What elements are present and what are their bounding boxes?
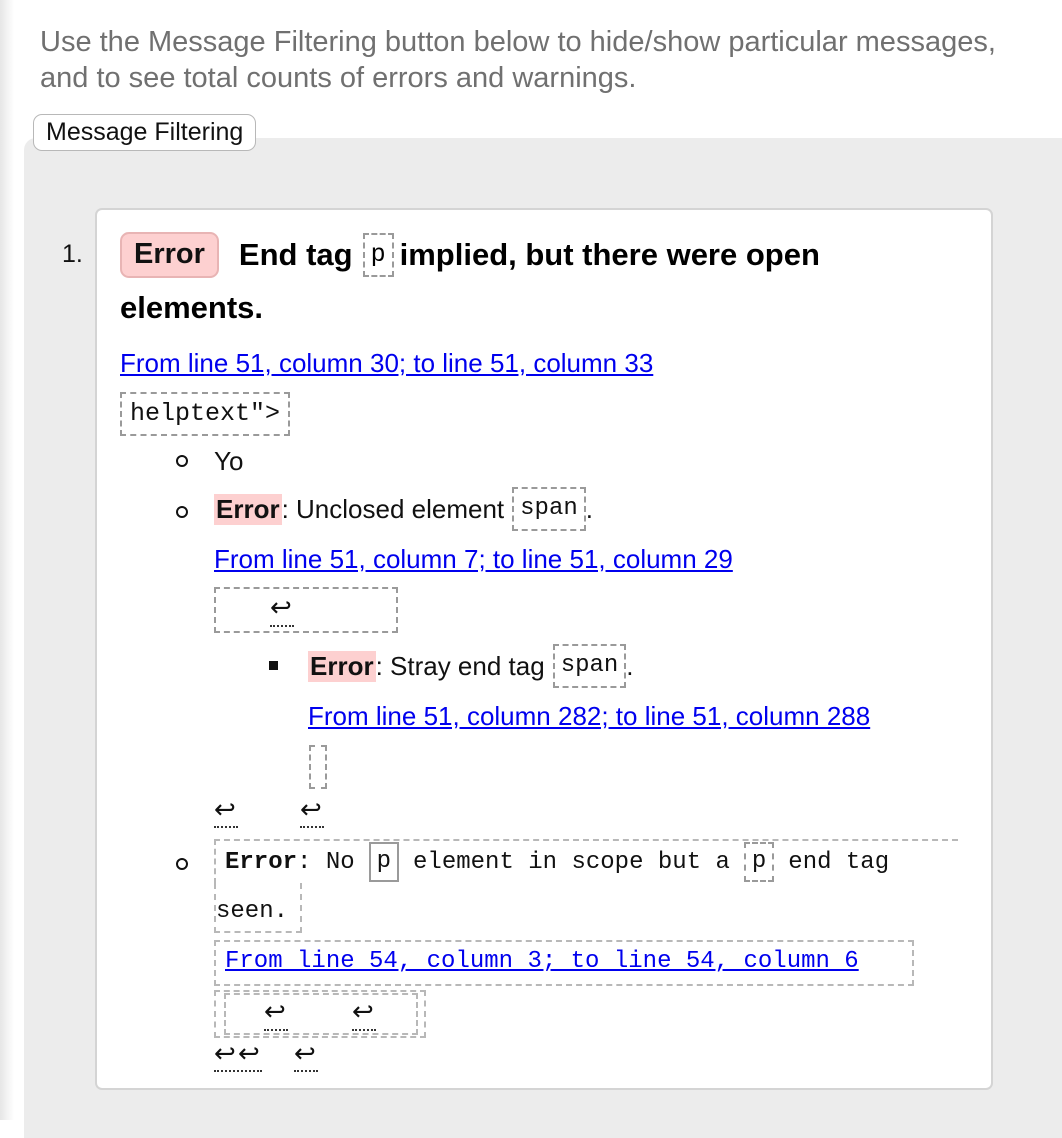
return-underline bbox=[214, 1070, 262, 1072]
return-icon: ↩ bbox=[294, 1039, 316, 1069]
source-extract: helptext"> bbox=[120, 392, 291, 436]
list-bullet bbox=[176, 455, 188, 467]
error-badge: Error bbox=[120, 232, 219, 278]
nested-list-bullet bbox=[269, 661, 278, 670]
return-icon: ↩ bbox=[264, 997, 286, 1027]
source-extract-inner-box bbox=[224, 993, 418, 1035]
code-element-p: p bbox=[743, 842, 775, 882]
code-element-span: span bbox=[512, 487, 586, 531]
return-icon: ↩ bbox=[214, 1039, 236, 1069]
return-icon: ↩ bbox=[352, 997, 374, 1027]
intro-text: Use the Message Filtering button below t… bbox=[40, 26, 996, 94]
error-label: Error bbox=[214, 493, 282, 525]
source-extract-box bbox=[214, 587, 398, 633]
return-underline bbox=[294, 1070, 318, 1072]
sentence-end: . bbox=[626, 650, 634, 681]
message-title-continue: implied, but there were open bbox=[399, 237, 820, 272]
sentence-end: . bbox=[585, 493, 593, 524]
message-filtering-button[interactable]: Message Filtering bbox=[33, 114, 257, 151]
message-location-link[interactable]: From line 51, column 30; to line 51, col… bbox=[120, 348, 653, 379]
return-underline bbox=[352, 1029, 376, 1031]
stray-end-tag-location-link[interactable]: From line 51, column 282; to line 51, co… bbox=[308, 701, 870, 732]
return-icon: ↩ bbox=[300, 795, 322, 825]
message-title-end: elements. bbox=[120, 290, 264, 325]
list-item-text: Yo bbox=[214, 446, 244, 476]
return-underline bbox=[214, 826, 238, 828]
code-element-p: p bbox=[368, 842, 400, 882]
error-label: Error bbox=[225, 848, 298, 876]
return-icon: ↩ bbox=[238, 1039, 260, 1069]
error-message-text: seen. bbox=[216, 898, 289, 925]
code-element-span: span bbox=[552, 644, 627, 688]
error-message-text: element in scope but a bbox=[413, 848, 730, 876]
return-icon: ↩ bbox=[270, 593, 292, 623]
message-number: 1. bbox=[62, 240, 83, 268]
return-underline bbox=[264, 1029, 288, 1031]
return-icon: ↩ bbox=[214, 795, 236, 825]
list-bullet bbox=[176, 506, 188, 518]
error-message-text: : Unclosed element bbox=[281, 493, 505, 524]
message-title-start: End tag bbox=[238, 237, 353, 272]
unclosed-element-location-link[interactable]: From line 51, column 7; to line 51, colu… bbox=[214, 544, 733, 575]
list-bullet bbox=[176, 858, 188, 870]
message-title-code: p bbox=[362, 233, 394, 277]
left-edge-shadow bbox=[0, 0, 14, 1120]
error-label: Error bbox=[308, 650, 376, 682]
return-underline bbox=[270, 625, 294, 627]
error-message-text: : No bbox=[297, 848, 355, 876]
empty-extract-box bbox=[309, 745, 327, 789]
error-message-text: : Stray end tag bbox=[375, 650, 545, 681]
no-p-element-location-link[interactable]: From line 54, column 3; to line 54, colu… bbox=[225, 948, 859, 975]
return-underline bbox=[300, 826, 324, 828]
error-message-text: end tag bbox=[788, 848, 890, 876]
